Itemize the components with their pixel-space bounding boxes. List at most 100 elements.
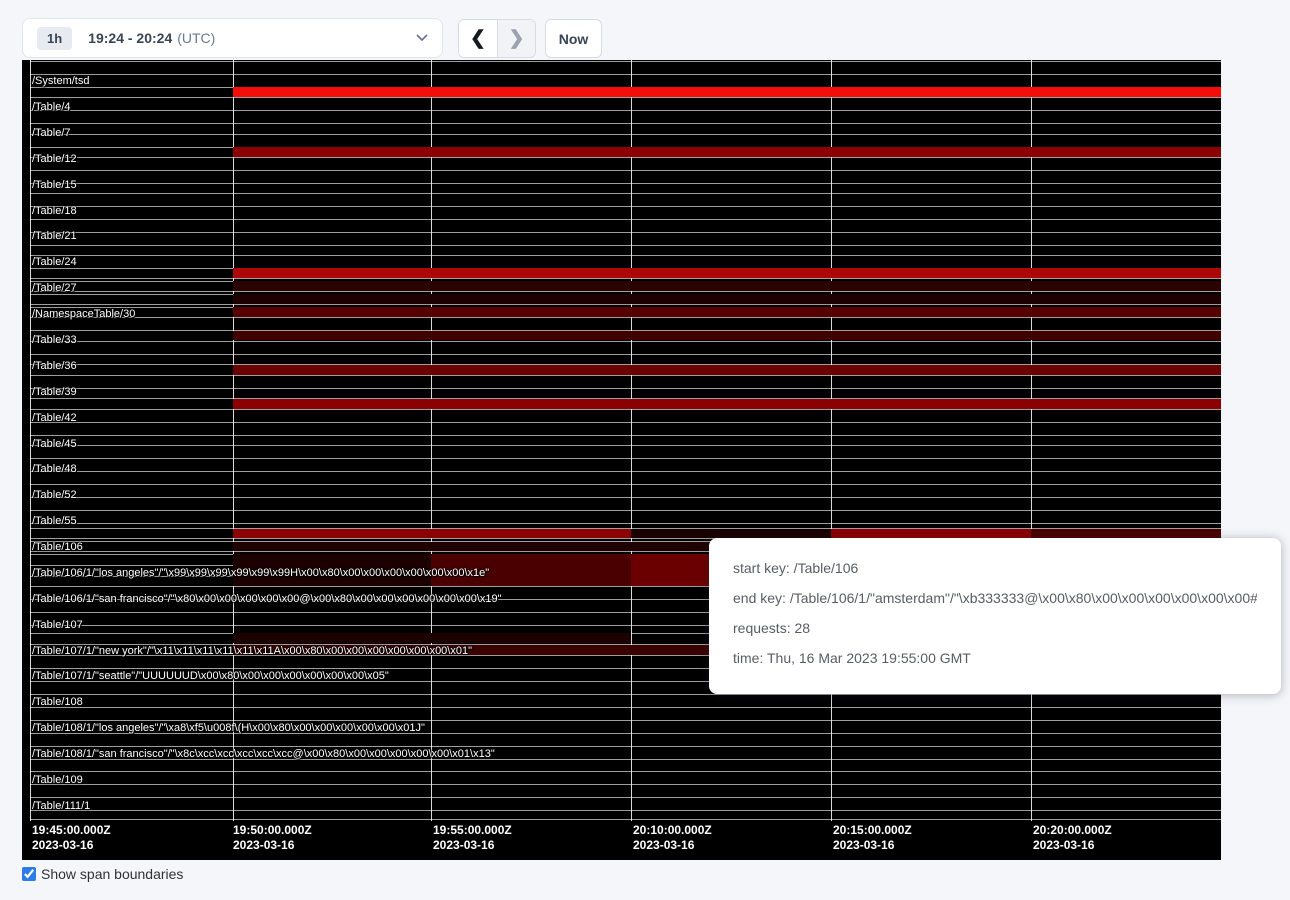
- span-key-label: /Table/21: [32, 231, 77, 242]
- time-range-selector[interactable]: 1h 19:24 - 20:24 (UTC): [22, 18, 443, 58]
- tooltip-end-key: end key: /Table/106/1/"amsterdam"/"\xb33…: [733, 590, 1257, 606]
- span-key-label: /Table/12: [32, 154, 77, 165]
- span-key-label: /Table/106/1/"san francisco"/"\x80\x00\x…: [32, 594, 502, 605]
- span-boundary-line: [30, 484, 1221, 485]
- heat-band: [233, 365, 1221, 375]
- span-boundary-line: [30, 409, 1221, 410]
- span-boundary-line: [30, 110, 1221, 111]
- heat-band: [631, 554, 709, 586]
- time-axis-tick: 19:45:00.000Z2023-03-16: [32, 823, 111, 853]
- heat-band: [233, 147, 1221, 157]
- span-boundary-line: [30, 232, 1221, 233]
- span-key-label: /Table/108: [32, 697, 83, 708]
- key-visualizer-canvas[interactable]: /System/tsd/Table/4/Table/7/Table/12/Tab…: [22, 60, 1221, 860]
- span-key-label: /Table/107: [32, 620, 83, 631]
- span-boundary-line: [30, 771, 1221, 772]
- heat-band: [233, 307, 1221, 317]
- span-boundary-line: [30, 523, 1221, 524]
- span-key-label: /Table/107/1/"new york"/"\x11\x11\x11\x1…: [32, 646, 472, 657]
- range-text: 19:24 - 20:24: [88, 30, 172, 46]
- span-key-label: /Table/15: [32, 180, 77, 191]
- time-axis-tick: 20:20:00.000Z2023-03-16: [1033, 823, 1112, 853]
- tooltip-time: time: Thu, 16 Mar 2023 19:55:00 GMT: [733, 650, 1257, 666]
- chevron-down-icon: [416, 34, 428, 42]
- span-key-label: /Table/39: [32, 387, 77, 398]
- span-boundary-line: [30, 304, 1221, 305]
- span-key-label: /Table/106: [32, 542, 83, 553]
- tick-time: 20:10:00.000Z: [633, 823, 712, 838]
- span-key-label: /Table/106/1/"los angeles"/"\x99\x99\x99…: [32, 568, 489, 579]
- span-boundary-line: [30, 445, 1221, 446]
- tick-time: 19:50:00.000Z: [233, 823, 312, 838]
- span-boundary-line: [30, 341, 1221, 342]
- now-button[interactable]: Now: [545, 19, 602, 58]
- time-nav-group: ❮ ❯: [458, 19, 536, 58]
- heat-band: [233, 281, 1221, 291]
- span-boundary-line: [30, 458, 1221, 459]
- span-key-label: /Table/52: [32, 490, 77, 501]
- span-boundary-line: [30, 819, 1221, 820]
- span-boundary-line: [30, 317, 1221, 318]
- span-boundary-line: [30, 435, 1221, 436]
- span-boundary-line: [30, 170, 1221, 171]
- span-key-label: /Table/107/1/"seattle"/"UUUUUUD\x00\x80\…: [32, 671, 389, 682]
- span-boundary-line: [30, 422, 1221, 423]
- span-key-label: /Table/18: [32, 206, 77, 217]
- span-key-label: /Table/7: [32, 128, 71, 139]
- span-boundary-line: [30, 354, 1221, 355]
- span-key-label: /Table/108/1/"san francisco"/"\x8c\xcc\x…: [32, 749, 495, 760]
- time-axis-tick: 20:15:00.000Z2023-03-16: [833, 823, 912, 853]
- span-boundary-line: [30, 510, 1221, 511]
- span-boundary-line: [30, 388, 1221, 389]
- span-key-label: /Table/45: [32, 439, 77, 450]
- tick-date: 2023-03-16: [833, 838, 912, 853]
- span-boundary-line: [30, 183, 1221, 184]
- heat-band: [233, 542, 709, 551]
- span-boundary-line: [30, 245, 1221, 246]
- span-boundary-line: [30, 694, 1221, 695]
- span-key-label: /Table/4: [32, 102, 71, 113]
- tick-time: 20:20:00.000Z: [1033, 823, 1112, 838]
- show-span-boundaries-checkbox[interactable]: [22, 867, 36, 881]
- span-key-label: /Table/33: [32, 335, 77, 346]
- time-gridline: [233, 60, 234, 821]
- prev-interval-button[interactable]: ❮: [459, 20, 497, 57]
- heat-band: [233, 331, 1221, 340]
- time-axis-tick: 20:10:00.000Z2023-03-16: [633, 823, 712, 853]
- time-gridline: [1031, 60, 1032, 821]
- span-boundary-line: [30, 810, 1221, 811]
- range-duration-badge: 1h: [37, 27, 72, 50]
- span-boundary-line: [30, 784, 1221, 785]
- span-boundary-line: [30, 97, 1221, 98]
- time-gridline: [831, 60, 832, 821]
- time-gridline: [431, 60, 432, 821]
- tick-date: 2023-03-16: [633, 838, 712, 853]
- heat-band: [233, 529, 631, 538]
- span-boundary-line: [30, 157, 1221, 158]
- next-interval-button[interactable]: ❯: [497, 20, 535, 57]
- span-key-label: /Table/111/1: [32, 801, 90, 812]
- chevron-left-icon: ❮: [470, 27, 486, 50]
- span-boundary-line: [30, 219, 1221, 220]
- heat-band: [1031, 529, 1221, 538]
- time-gridline: [631, 60, 632, 821]
- range-timezone: (UTC): [177, 30, 215, 46]
- span-key-label: /Table/27: [32, 283, 77, 294]
- span-key-label: /Table/36: [32, 361, 77, 372]
- span-boundary-line: [30, 471, 1221, 472]
- show-span-boundaries-control[interactable]: Show span boundaries: [22, 866, 183, 882]
- tick-time: 19:55:00.000Z: [433, 823, 512, 838]
- heat-band: [831, 529, 1031, 538]
- tick-date: 2023-03-16: [1033, 838, 1112, 853]
- heat-band: [233, 294, 1221, 304]
- span-boundary-line: [30, 797, 1221, 798]
- span-boundary-line: [30, 61, 1221, 62]
- span-boundary-line: [30, 123, 1221, 124]
- span-boundary-line: [30, 255, 1221, 256]
- hover-tooltip: start key: /Table/106 end key: /Table/10…: [709, 538, 1281, 694]
- span-key-label: /System/tsd: [32, 76, 89, 87]
- show-span-boundaries-label: Show span boundaries: [41, 866, 183, 882]
- tooltip-start-key: start key: /Table/106: [733, 560, 1257, 576]
- span-boundary-line: [30, 707, 1221, 708]
- tick-time: 19:45:00.000Z: [32, 823, 111, 838]
